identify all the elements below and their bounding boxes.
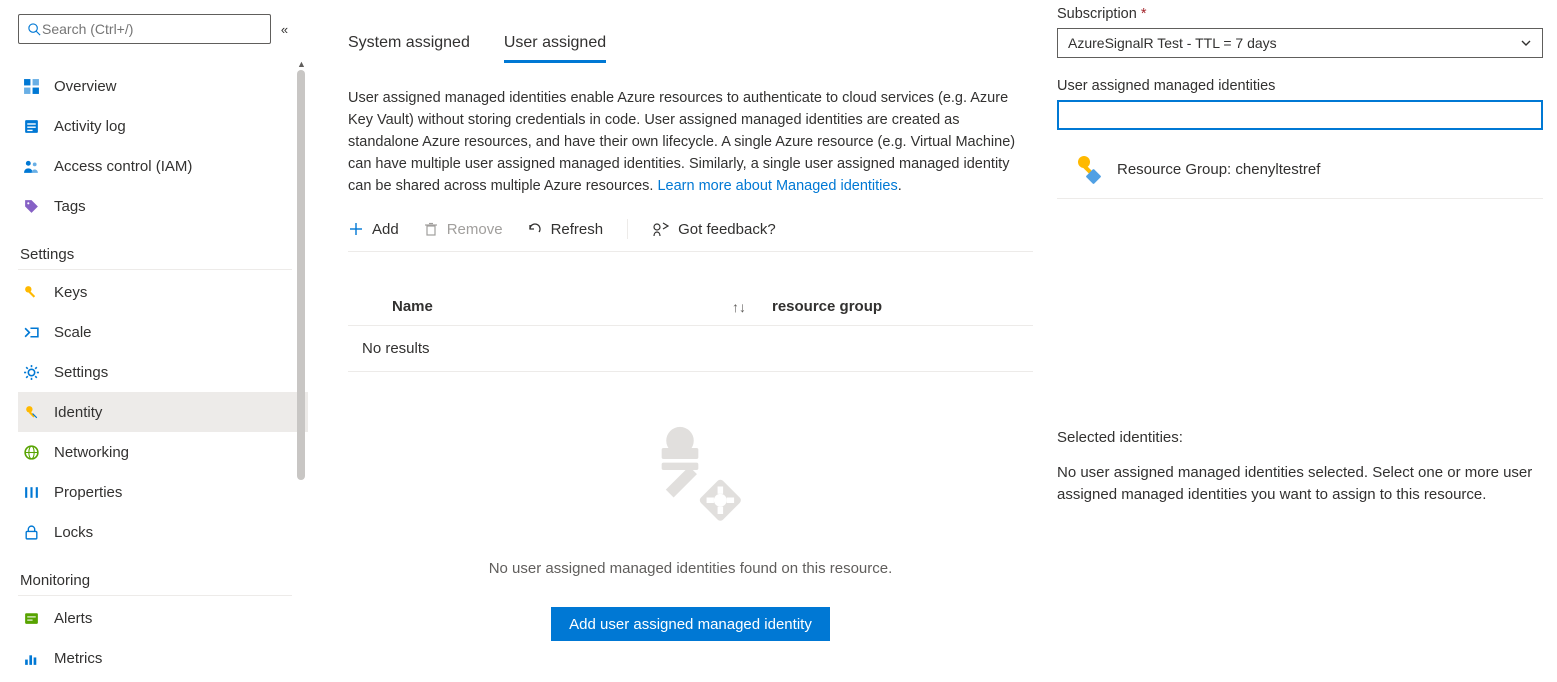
tab-user-assigned[interactable]: User assigned — [504, 34, 606, 63]
sidebar-item-networking[interactable]: Networking — [18, 432, 308, 472]
empty-state-message: No user assigned managed identities foun… — [489, 560, 893, 577]
uami-field-label: User assigned managed identities — [1057, 78, 1543, 94]
sidebar-collapse-button[interactable]: « — [281, 22, 300, 37]
column-header-name[interactable]: Name — [392, 298, 732, 315]
feedback-icon — [652, 221, 670, 237]
sidebar-scrollbar[interactable]: ▲ — [294, 60, 308, 660]
sidebar-item-label: Scale — [54, 324, 92, 341]
sidebar-item-label: Networking — [54, 444, 129, 461]
trash-icon — [423, 221, 439, 237]
sidebar-item-label: Tags — [54, 198, 86, 215]
sidebar-section-settings: Settings — [20, 246, 308, 263]
plus-icon — [348, 221, 364, 237]
tags-icon — [22, 198, 40, 215]
main-content: System assigned User assigned User assig… — [308, 0, 1033, 682]
chevron-down-icon — [1520, 37, 1532, 49]
sidebar-item-label: Settings — [54, 364, 108, 381]
required-indicator: * — [1141, 6, 1147, 22]
divider — [18, 595, 292, 596]
scale-icon — [22, 324, 40, 341]
refresh-button-label: Refresh — [551, 221, 604, 238]
sidebar-item-label: Identity — [54, 404, 102, 421]
sidebar-item-locks[interactable]: Locks — [18, 512, 308, 552]
tab-system-assigned[interactable]: System assigned — [348, 34, 470, 63]
refresh-icon — [527, 221, 543, 237]
sidebar-item-label: Activity log — [54, 118, 126, 135]
sidebar-item-overview[interactable]: Overview — [18, 66, 308, 106]
identity-tabs: System assigned User assigned — [348, 34, 1033, 63]
scroll-up-arrow-icon[interactable]: ▲ — [297, 59, 305, 69]
table-no-results-row: No results — [348, 326, 1033, 372]
sidebar-item-keys[interactable]: Keys — [18, 272, 308, 312]
uami-search-input[interactable] — [1057, 100, 1543, 130]
add-button[interactable]: Add — [348, 221, 399, 238]
sort-icon[interactable]: ↑↓ — [732, 299, 772, 315]
sidebar-item-access-control[interactable]: Access control (IAM) — [18, 146, 308, 186]
properties-icon — [22, 484, 40, 501]
add-button-label: Add — [372, 221, 399, 238]
sidebar-item-activity-log[interactable]: Activity log — [18, 106, 308, 146]
sidebar-item-identity[interactable]: Identity — [18, 392, 308, 432]
managed-identity-icon — [1073, 154, 1103, 184]
sidebar-item-label: Properties — [54, 484, 122, 501]
sidebar-item-label: Access control (IAM) — [54, 158, 192, 175]
identity-icon — [22, 404, 40, 421]
uami-table: Name ↑↓ resource group No results — [348, 298, 1033, 372]
subscription-select[interactable]: AzureSignalR Test - TTL = 7 days — [1057, 28, 1543, 58]
keys-icon — [22, 284, 40, 301]
selected-identities-heading: Selected identities: — [1057, 429, 1543, 446]
metrics-icon — [22, 650, 40, 667]
sidebar-item-settings[interactable]: Settings — [18, 352, 308, 392]
feedback-button[interactable]: Got feedback? — [652, 221, 776, 238]
sidebar-item-label: Alerts — [54, 610, 92, 627]
alerts-icon — [22, 610, 40, 627]
sidebar-scrollbar-thumb[interactable] — [297, 70, 305, 480]
search-icon — [27, 22, 42, 37]
add-uami-primary-button[interactable]: Add user assigned managed identity — [551, 607, 830, 641]
overview-icon — [22, 78, 40, 95]
selected-identities-message: No user assigned managed identities sele… — [1057, 462, 1543, 506]
sidebar-section-monitoring: Monitoring — [20, 572, 308, 589]
sidebar-item-alerts[interactable]: Alerts — [18, 598, 308, 638]
sidebar-item-scale[interactable]: Scale — [18, 312, 308, 352]
sidebar-item-tags[interactable]: Tags — [18, 186, 308, 226]
sidebar-item-label: Overview — [54, 78, 117, 95]
sidebar-item-label: Keys — [54, 284, 87, 301]
add-uami-panel: Subscription * AzureSignalR Test - TTL =… — [1033, 0, 1557, 682]
column-header-resource-group[interactable]: resource group — [772, 298, 882, 315]
sidebar-item-properties[interactable]: Properties — [18, 472, 308, 512]
divider — [18, 269, 292, 270]
lock-icon — [22, 524, 40, 541]
remove-button: Remove — [423, 221, 503, 238]
sidebar-item-metrics[interactable]: Metrics — [18, 638, 308, 678]
networking-icon — [22, 444, 40, 461]
feedback-button-label: Got feedback? — [678, 221, 776, 238]
sidebar-search[interactable] — [18, 14, 271, 44]
divider — [1057, 198, 1543, 199]
access-control-icon — [22, 158, 40, 175]
uami-result-label: Resource Group: chenyltestref — [1117, 161, 1320, 178]
learn-more-link[interactable]: Learn more about Managed identities — [657, 178, 897, 194]
sidebar-item-label: Metrics — [54, 650, 102, 667]
sidebar-search-input[interactable] — [42, 21, 262, 37]
sidebar-item-label: Locks — [54, 524, 93, 541]
activity-log-icon — [22, 118, 40, 135]
table-header: Name ↑↓ resource group — [348, 298, 1033, 326]
subscription-label: Subscription * — [1057, 6, 1543, 22]
uami-result-item[interactable]: Resource Group: chenyltestref — [1057, 136, 1543, 198]
uami-description: User assigned managed identities enable … — [348, 87, 1033, 197]
empty-state: No user assigned managed identities foun… — [348, 410, 1033, 641]
toolbar: Add Remove Refresh Got feedback? — [348, 219, 1033, 252]
subscription-value: AzureSignalR Test - TTL = 7 days — [1068, 35, 1277, 51]
refresh-button[interactable]: Refresh — [527, 221, 604, 238]
sidebar: « ▲ Overview Activity log Access control… — [0, 0, 308, 682]
divider — [627, 219, 628, 239]
managed-identity-glyph-icon — [636, 410, 746, 530]
gear-icon — [22, 364, 40, 381]
remove-button-label: Remove — [447, 221, 503, 238]
